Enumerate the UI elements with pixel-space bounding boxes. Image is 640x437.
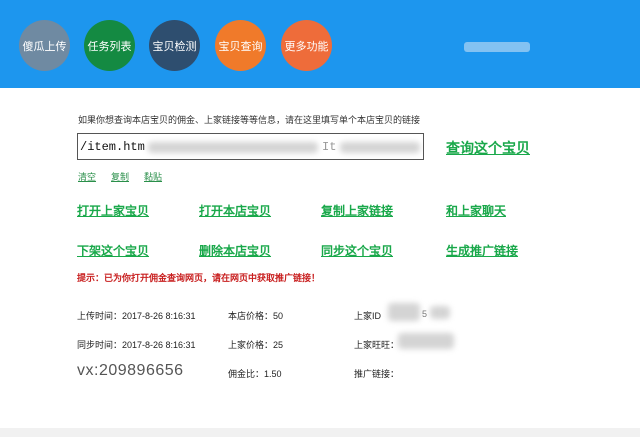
nav-upload-button[interactable]: 傻瓜上传 bbox=[19, 20, 70, 71]
nav-item-query-button[interactable]: 宝贝查询 bbox=[215, 20, 266, 71]
item-url-input[interactable]: /item.htm It bbox=[77, 133, 424, 160]
clear-link[interactable]: 清空 bbox=[78, 170, 96, 183]
copy-link[interactable]: 复制 bbox=[111, 170, 129, 183]
nav-more-button[interactable]: 更多功能 bbox=[281, 20, 332, 71]
bottom-strip bbox=[0, 428, 640, 437]
commission-rate: 佣金比：1.50 bbox=[228, 369, 282, 379]
supplier-wangwang-label: 上家旺旺： bbox=[354, 340, 400, 350]
warning-message: 提示：已为你打开佣金查询网页，请在网页中获取推广链接！ bbox=[77, 273, 321, 283]
redacted-account bbox=[464, 42, 530, 52]
sync-time: 同步时间：2017-8-26 8:16:31 bbox=[77, 340, 196, 350]
search-hint: 如果你想查询本店宝贝的佣金、上家链接等等信息，请在这里填写单个本店宝贝的链接 bbox=[78, 115, 421, 125]
header-bar: 傻瓜上传 任务列表 宝贝检测 宝贝查询 更多功能 bbox=[0, 0, 640, 88]
paste-link[interactable]: 黏贴 bbox=[144, 170, 162, 183]
url-value: /item.htm bbox=[80, 140, 145, 154]
delete-store-item-link[interactable]: 删除本店宝贝 bbox=[199, 242, 271, 259]
promo-link-label: 推广链接： bbox=[354, 369, 400, 379]
query-item-button[interactable]: 查询这个宝贝 bbox=[446, 138, 530, 158]
open-supplier-item-link[interactable]: 打开上家宝贝 bbox=[77, 202, 149, 219]
upload-time: 上传时间：2017-8-26 8:16:31 bbox=[77, 311, 196, 321]
redacted-supplier-id-tail bbox=[430, 306, 450, 319]
supplier-id-tail: 5 bbox=[422, 309, 428, 319]
redacted-url-tail bbox=[340, 142, 420, 153]
delist-item-link[interactable]: 下架这个宝贝 bbox=[77, 242, 149, 259]
redacted-supplier-id bbox=[388, 303, 420, 321]
store-price: 本店价格：50 bbox=[228, 311, 284, 321]
chat-supplier-link[interactable]: 和上家聊天 bbox=[446, 202, 506, 219]
supplier-price: 上家价格：25 bbox=[228, 340, 284, 350]
redacted-url bbox=[148, 142, 318, 153]
nav-task-list-button[interactable]: 任务列表 bbox=[84, 20, 135, 71]
url-tail: It bbox=[322, 140, 337, 154]
generate-promo-link[interactable]: 生成推广链接 bbox=[446, 242, 518, 259]
nav-item-check-button[interactable]: 宝贝检测 bbox=[149, 20, 200, 71]
contact-watermark: vx:209896656 bbox=[77, 362, 184, 379]
sync-item-link[interactable]: 同步这个宝贝 bbox=[321, 242, 393, 259]
redacted-supplier-wangwang bbox=[398, 333, 454, 349]
copy-supplier-link[interactable]: 复制上家链接 bbox=[321, 202, 393, 219]
open-store-item-link[interactable]: 打开本店宝贝 bbox=[199, 202, 271, 219]
supplier-id-label: 上家ID bbox=[354, 311, 382, 321]
